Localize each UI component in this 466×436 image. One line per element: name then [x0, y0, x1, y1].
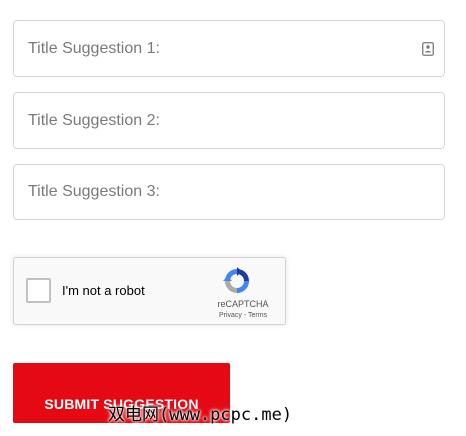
site-watermark: 双电网(www.pcpc.me) [108, 405, 293, 425]
recaptcha-label: I'm not a robot [62, 283, 145, 298]
title-suggestion-3-field[interactable] [13, 164, 445, 220]
recaptcha-checkbox[interactable] [26, 278, 51, 303]
recaptcha-widget: I'm not a robot reCAPTCHA Privacy - Term… [13, 257, 286, 325]
title-suggestion-1-field[interactable] [13, 20, 445, 77]
title-suggestion-2-input[interactable] [14, 93, 444, 148]
recaptcha-legal-links: Privacy - Terms [213, 312, 273, 319]
title-suggestion-2-field[interactable] [13, 92, 445, 149]
contact-card-icon[interactable] [422, 42, 434, 56]
recaptcha-logo-icon [223, 267, 249, 293]
recaptcha-privacy-link[interactable]: Privacy [219, 312, 242, 319]
title-suggestion-3-input[interactable] [14, 165, 444, 219]
recaptcha-terms-link[interactable]: Terms [248, 312, 267, 319]
title-suggestion-1-input[interactable] [14, 21, 444, 76]
recaptcha-brand: reCAPTCHA [217, 299, 269, 309]
